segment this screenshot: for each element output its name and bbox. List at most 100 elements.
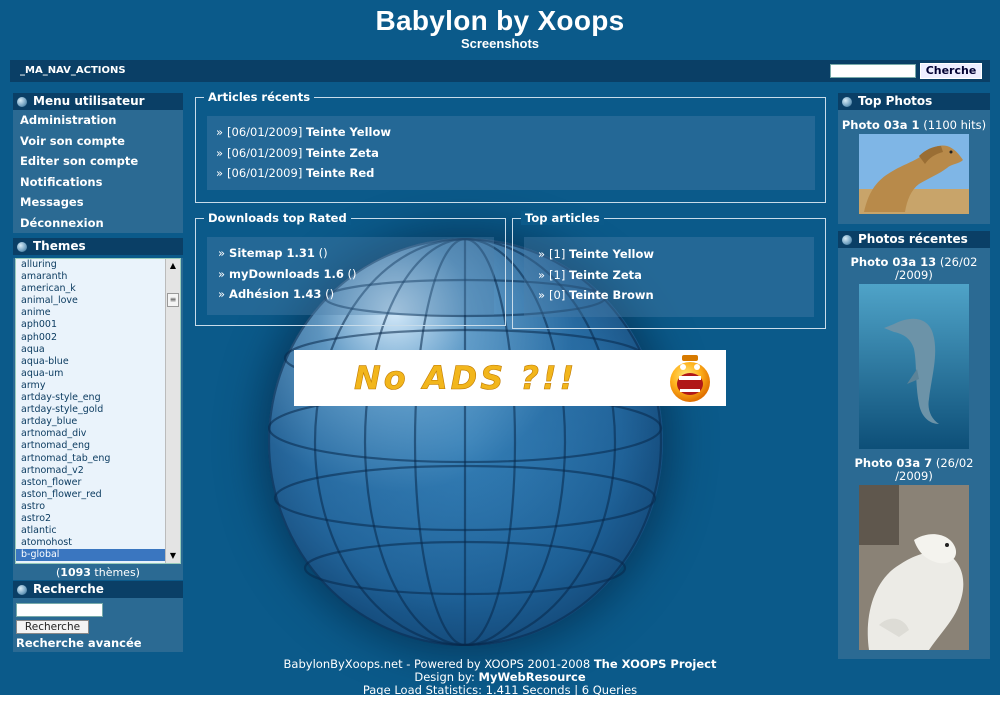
search-title: Recherche (13, 581, 183, 598)
recent-photos-title: Photos récentes (838, 231, 990, 248)
themes-scrollbar[interactable]: ▲ ≡ ▼ (165, 259, 180, 563)
advanced-search-link[interactable]: Recherche avancée (16, 636, 181, 650)
camel-photo-image (859, 134, 969, 214)
recent-photos-body: Photo 03a 13 (26/02/2009) Photo 03a 7 (2… (838, 248, 990, 659)
theme-option[interactable]: aqua-um (16, 368, 166, 380)
theme-option[interactable]: animal_love (16, 295, 166, 307)
site-slogan: Screenshots (460, 36, 540, 51)
bullet-icon (17, 96, 27, 107)
top-articles-list: » [1] Teinte Yellow » [1] Teinte Zeta » [0]… (524, 237, 814, 317)
menu-item-notifications[interactable]: Notifications (13, 172, 183, 193)
theme-option[interactable]: american_k (16, 283, 166, 295)
photo-caption[interactable]: Photo 03a 1 (1100 hits) (838, 119, 990, 132)
scroll-thumb[interactable]: ≡ (167, 293, 179, 307)
theme-option[interactable]: artday-style_eng (16, 392, 166, 404)
top-photos-title-text: Top Photos (858, 94, 933, 108)
theme-option[interactable]: aqua-blue (16, 356, 166, 368)
designer-link[interactable]: MyWebResource (479, 670, 586, 684)
menu-item-view-account[interactable]: Voir son compte (13, 131, 183, 152)
top-photos-body: Photo 03a 1 (1100 hits) (838, 110, 990, 224)
menu-item-administration[interactable]: Administration (13, 110, 183, 131)
themes-select-list[interactable]: alluring amaranth american_k animal_love ani… (15, 258, 181, 564)
ad-banner[interactable]: No ADS ?!! (294, 350, 726, 406)
dolphin-photo-image (859, 284, 969, 449)
theme-option[interactable]: astro (16, 501, 166, 513)
theme-option[interactable]: atomohost (16, 537, 166, 549)
theme-option[interactable]: aston_flower_red (16, 489, 166, 501)
ad-banner-text: No ADS ?!! (354, 359, 578, 398)
theme-option[interactable]: aston_flower (16, 477, 166, 489)
theme-option[interactable]: atlantic (16, 525, 166, 537)
search-input[interactable] (16, 603, 103, 617)
theme-option[interactable]: b-global (16, 549, 166, 562)
search-body: Recherche Recherche avancée (13, 598, 183, 652)
search-button[interactable]: Recherche (16, 620, 89, 634)
themes-title-text: Themes (33, 239, 86, 253)
polar-bear-photo[interactable] (859, 485, 969, 650)
menu-item-messages[interactable]: Messages (13, 192, 183, 213)
polar-bear-photo-image (859, 485, 969, 650)
menu-item-logout[interactable]: Déconnexion (13, 213, 183, 234)
left-column: Menu utilisateur Administration Voir son… (13, 93, 183, 652)
themes-options: alluring amaranth american_k animal_love ani… (16, 259, 166, 562)
user-menu-title-text: Menu utilisateur (33, 94, 145, 108)
downloads-list: » Sitemap 1.31 () » myDownloads 1.6 () » Ad… (207, 237, 494, 315)
theme-option[interactable]: aph001 (16, 319, 166, 331)
list-item[interactable]: » [1] Teinte Zeta (538, 265, 814, 286)
list-item[interactable]: » [06/01/2009] Teinte Zeta (216, 143, 815, 164)
photo-caption[interactable]: Photo 03a 13 (26/02/2009) (838, 256, 990, 282)
bullet-icon (17, 241, 27, 252)
dolphin-photo[interactable] (859, 284, 969, 449)
search-title-text: Recherche (33, 582, 104, 596)
themes-count-value: 1093 (60, 566, 91, 579)
camel-photo[interactable] (859, 134, 969, 214)
bullet-icon (842, 234, 852, 245)
theme-option[interactable]: artnomad_div (16, 428, 166, 440)
theme-option[interactable]: army (16, 380, 166, 392)
recent-articles-title: Articles récents (204, 90, 315, 104)
list-item[interactable]: » [06/01/2009] Teinte Yellow (216, 122, 815, 143)
theme-option[interactable]: astro2 (16, 513, 166, 525)
footer: BabylonByXoops.net - Powered by XOOPS 20… (0, 658, 1000, 697)
right-column: Top Photos Photo 03a 1 (1100 hits) Photo… (838, 93, 990, 659)
scroll-down-arrow-icon[interactable]: ▼ (166, 549, 180, 563)
list-item[interactable]: » myDownloads 1.6 () (218, 264, 494, 285)
page-bottom-bar (0, 695, 1000, 704)
theme-option[interactable]: artnomad_tab_eng (16, 453, 166, 465)
list-item[interactable]: » Adhésion 1.43 () (218, 284, 494, 305)
menu-item-edit-account[interactable]: Editer son compte (13, 151, 183, 172)
navbar-search-button[interactable]: Cherche (920, 63, 982, 79)
scroll-up-arrow-icon[interactable]: ▲ (166, 259, 180, 273)
theme-option[interactable]: amaranth (16, 271, 166, 283)
site-header: Babylon by Xoops Screenshots (0, 0, 1000, 58)
top-navbar: _MA_NAV_ACTIONS Cherche (10, 60, 990, 82)
top-articles-title: Top articles (521, 211, 604, 225)
xoops-project-link[interactable]: The XOOPS Project (594, 657, 717, 671)
recent-photos-title-text: Photos récentes (858, 232, 968, 246)
themes-count: (1093 thèmes) (56, 566, 140, 579)
list-item[interactable]: » [0] Teinte Brown (538, 285, 814, 306)
photo-caption[interactable]: Photo 03a 7 (26/02/2009) (838, 457, 990, 483)
theme-option[interactable]: artnomad_eng (16, 440, 166, 452)
downloads-top-rated-block: Downloads top Rated » Sitemap 1.31 () » my… (195, 211, 506, 326)
search-block: Recherche Recherche Recherche avancée (13, 581, 183, 652)
nav-actions-label[interactable]: _MA_NAV_ACTIONS (20, 65, 126, 76)
theme-option[interactable]: artday-style_gold (16, 404, 166, 416)
theme-option[interactable]: artnomad_v2 (16, 465, 166, 477)
list-item[interactable]: » [1] Teinte Yellow (538, 244, 814, 265)
themes-block: Themes alluring amaranth american_k animal_… (13, 238, 183, 580)
themes-body: alluring amaranth american_k animal_love ani… (13, 258, 183, 580)
theme-option[interactable]: anime (16, 307, 166, 319)
user-menu-title: Menu utilisateur (13, 93, 183, 110)
navbar-search-input[interactable] (830, 64, 916, 78)
theme-option[interactable]: aph002 (16, 332, 166, 344)
theme-option[interactable]: artday_blue (16, 416, 166, 428)
list-item[interactable]: » [06/01/2009] Teinte Red (216, 163, 815, 184)
site-title[interactable]: Babylon by Xoops (0, 0, 1000, 36)
theme-option[interactable]: alluring (16, 259, 166, 271)
list-item[interactable]: » Sitemap 1.31 () (218, 243, 494, 264)
recent-articles-block: Articles récents » [06/01/2009] Teinte Ye… (195, 90, 826, 203)
themes-title: Themes (13, 238, 183, 255)
theme-option[interactable]: aqua (16, 344, 166, 356)
user-menu-list: Administration Voir son compte Editer so… (13, 110, 183, 233)
